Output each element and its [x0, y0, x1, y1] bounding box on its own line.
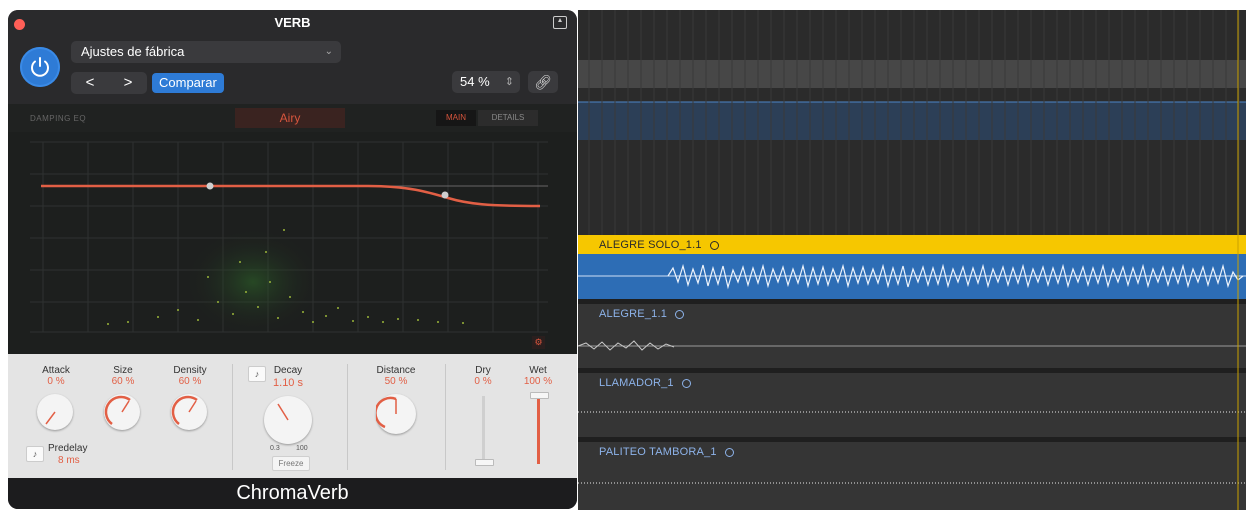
distance-label: Distance [376, 365, 416, 376]
dry-label: Dry [475, 365, 491, 376]
spectrum-glow [183, 227, 323, 337]
reverb-controls: Attack 0 % Size 60 % Density 60 % ♪ Pred… [8, 354, 577, 478]
region-name-text: ALEGRE_1.1 [599, 308, 668, 320]
decay-range-min: 0.3 [270, 445, 280, 452]
previous-preset-button[interactable]: < [71, 72, 109, 94]
plugin-name: ChromaVerb [8, 478, 577, 509]
loop-icon [709, 240, 719, 250]
arrange-area[interactable]: ALEGRE SOLO_1.1 ALEGRE_1.1 LLAMADOR_1 PA… [578, 10, 1246, 510]
damping-eq-graph: DAMPING EQ Airy MAIN DETAILS ⚙ [8, 104, 577, 354]
stepper-icon[interactable]: ⇕ [505, 71, 514, 93]
size-knob-arc [104, 395, 131, 425]
high-freq-handle[interactable] [441, 191, 449, 199]
freeze-button[interactable]: Freeze [272, 456, 310, 471]
dry-fader-track[interactable] [482, 396, 485, 464]
predelay-value[interactable]: 8 ms [58, 455, 98, 466]
attack-knob-pointer [45, 411, 56, 425]
distance-value: 50 % [384, 376, 408, 387]
expand-icon[interactable] [553, 16, 567, 29]
title-bar: VERB [8, 10, 577, 38]
size-value: 60 % [111, 376, 135, 387]
loop-icon [681, 378, 691, 388]
density-knob[interactable] [171, 394, 207, 430]
divider [347, 364, 348, 470]
room-type-selector[interactable]: Airy [235, 108, 345, 128]
distance-knob[interactable] [374, 394, 416, 434]
decay-sync-icon[interactable]: ♪ [248, 366, 266, 382]
divider [445, 364, 446, 470]
power-button[interactable] [20, 47, 60, 87]
window-title: VERB [274, 15, 311, 30]
region-name-text: PALITEO TAMBORA_1 [599, 446, 717, 458]
region-name-text: LLAMADOR_1 [599, 377, 674, 389]
predelay-label: Predelay [48, 443, 88, 454]
chromaverb-plugin-window: VERB Ajustes de fábrica ⌄ < > Comparar 5… [8, 10, 577, 509]
power-icon [31, 57, 49, 77]
compare-button[interactable]: Comparar [152, 73, 224, 93]
preset-dropdown[interactable]: Ajustes de fábrica ⌄ [71, 41, 341, 63]
divider [232, 364, 233, 470]
chevron-down-icon: ⌄ [324, 46, 333, 57]
region-name[interactable]: PALITEO TAMBORA_1 [599, 446, 734, 458]
loop-icon [675, 309, 685, 319]
preset-label: Ajustes de fábrica [81, 44, 185, 59]
region-name[interactable]: LLAMADOR_1 [599, 377, 691, 389]
region-name[interactable]: ALEGRE SOLO_1.1 [599, 239, 719, 251]
output-mix-field[interactable]: 54 % ⇕ [452, 71, 520, 93]
graph-header: DAMPING EQ Airy MAIN DETAILS [8, 104, 577, 132]
eq-plot[interactable] [8, 132, 577, 354]
attack-label: Attack [42, 365, 70, 376]
distance-knob-arc [374, 396, 397, 429]
wet-value: 100 % [523, 376, 553, 387]
dry-value: 0 % [474, 376, 492, 387]
wet-fader-track[interactable] [537, 396, 540, 464]
arrange-grid [578, 10, 1246, 510]
density-label: Density [173, 365, 207, 376]
decay-knob[interactable] [264, 396, 312, 444]
mix-value: 54 % [460, 74, 490, 89]
density-knob-arc [171, 395, 198, 425]
decay-knob-pointer [277, 403, 289, 421]
preset-nav: < > [71, 72, 147, 94]
attack-knob[interactable] [37, 394, 73, 430]
tab-main[interactable]: MAIN [436, 110, 476, 126]
note-sync-icon[interactable]: ♪ [26, 446, 44, 462]
size-label: Size [113, 365, 133, 376]
tab-details[interactable]: DETAILS [478, 110, 538, 126]
low-freq-handle[interactable] [206, 182, 214, 190]
size-knob[interactable] [104, 394, 140, 430]
loop-icon [724, 447, 734, 457]
wet-label: Wet [529, 365, 547, 376]
wet-fader-handle[interactable] [530, 392, 549, 399]
region-name[interactable]: ALEGRE_1.1 [599, 308, 685, 320]
next-preset-button[interactable]: > [109, 72, 147, 94]
decay-label: Decay [273, 365, 303, 376]
dry-fader-handle[interactable] [475, 459, 494, 466]
density-value: 60 % [178, 376, 202, 387]
decay-value: 1.10 s [273, 377, 303, 389]
attack-value: 0 % [47, 376, 65, 387]
decay-range-max: 100 [296, 445, 308, 452]
damping-curve [41, 184, 541, 208]
gear-icon[interactable]: ⚙ [532, 336, 545, 349]
link-icon[interactable]: 🔗︎ [528, 71, 558, 93]
damping-eq-label: DAMPING EQ [30, 114, 87, 123]
region-name-text: ALEGRE SOLO_1.1 [599, 239, 702, 251]
